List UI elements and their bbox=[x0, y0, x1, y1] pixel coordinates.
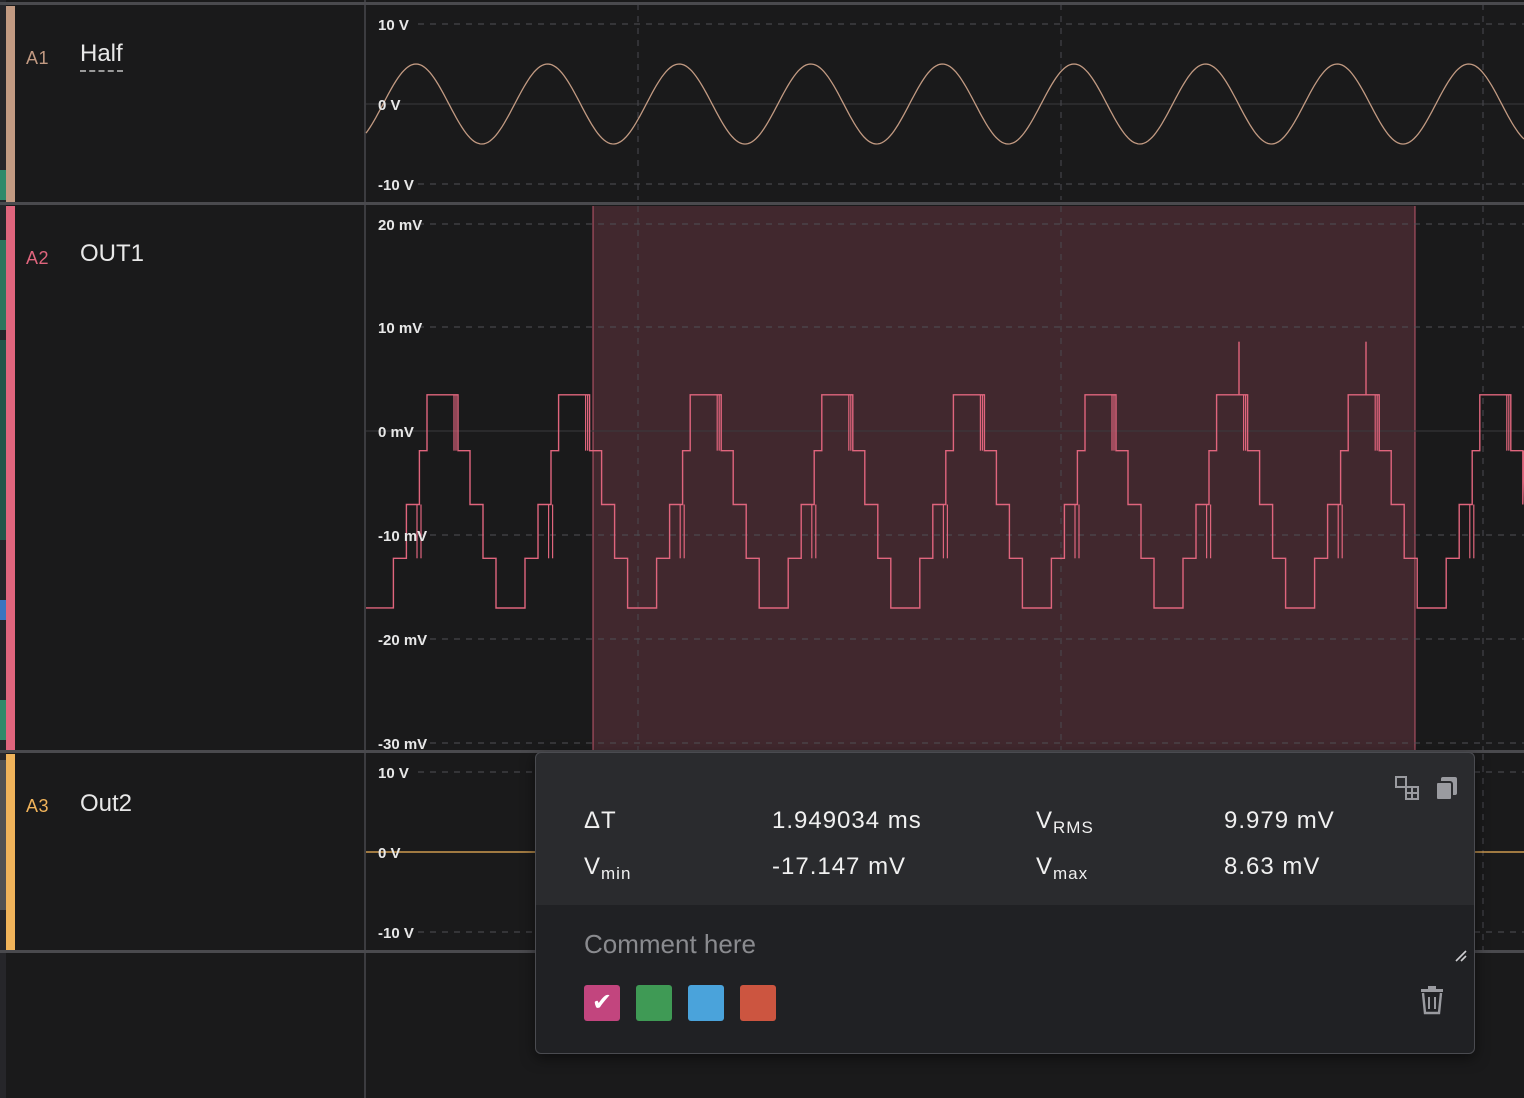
v-rms-value: 9.979 mV bbox=[1224, 807, 1335, 834]
axis-tick-label: -10 V bbox=[378, 925, 414, 942]
comment-input[interactable]: Comment here bbox=[584, 929, 756, 960]
color-swatch-green[interactable] bbox=[636, 985, 672, 1021]
time-selection-region[interactable] bbox=[593, 206, 1415, 750]
delta-t-value: 1.949034 ms bbox=[772, 807, 922, 834]
axis-tick-label: -10 V bbox=[378, 177, 414, 194]
measurement-popup[interactable]: ΔT 1.949034 ms VRMS 9.979 mV Vmin -17.14… bbox=[535, 752, 1475, 1054]
channel-separator[interactable] bbox=[0, 202, 1524, 205]
axis-tick-label: 0 mV bbox=[378, 424, 414, 441]
axis-tick-label: 10 mV bbox=[378, 320, 422, 337]
check-icon: ✔ bbox=[591, 989, 613, 1016]
axis-tick-label: -10 mV bbox=[378, 528, 427, 545]
v-min-label: Vmin bbox=[584, 853, 632, 883]
color-swatch-blue[interactable] bbox=[688, 985, 724, 1021]
axis-tick-label: 10 V bbox=[378, 765, 409, 782]
v-max-label: Vmax bbox=[1036, 853, 1089, 883]
axis-tick-label: 0 V bbox=[378, 845, 401, 862]
top-separator bbox=[0, 2, 1524, 5]
resize-grip-icon[interactable] bbox=[1454, 949, 1468, 963]
v-max-value: 8.63 mV bbox=[1224, 853, 1321, 880]
color-swatch-red[interactable] bbox=[740, 985, 776, 1021]
trash-icon[interactable] bbox=[1418, 985, 1446, 1015]
v-rms-label: VRMS bbox=[1036, 807, 1094, 837]
comment-section: Comment here ✔ bbox=[536, 905, 1474, 1053]
axis-tick-label: 20 mV bbox=[378, 217, 422, 234]
layout-icon[interactable] bbox=[1394, 775, 1422, 803]
v-min-value: -17.147 mV bbox=[772, 853, 907, 880]
axis-tick-label: 10 V bbox=[378, 17, 409, 34]
axis-tick-label: -20 mV bbox=[378, 632, 427, 649]
color-swatch-pink[interactable]: ✔ bbox=[584, 985, 620, 1021]
axis-tick-label: 0 V bbox=[378, 97, 401, 114]
delta-t-label: ΔT bbox=[584, 807, 617, 834]
copy-icon[interactable] bbox=[1433, 775, 1461, 803]
